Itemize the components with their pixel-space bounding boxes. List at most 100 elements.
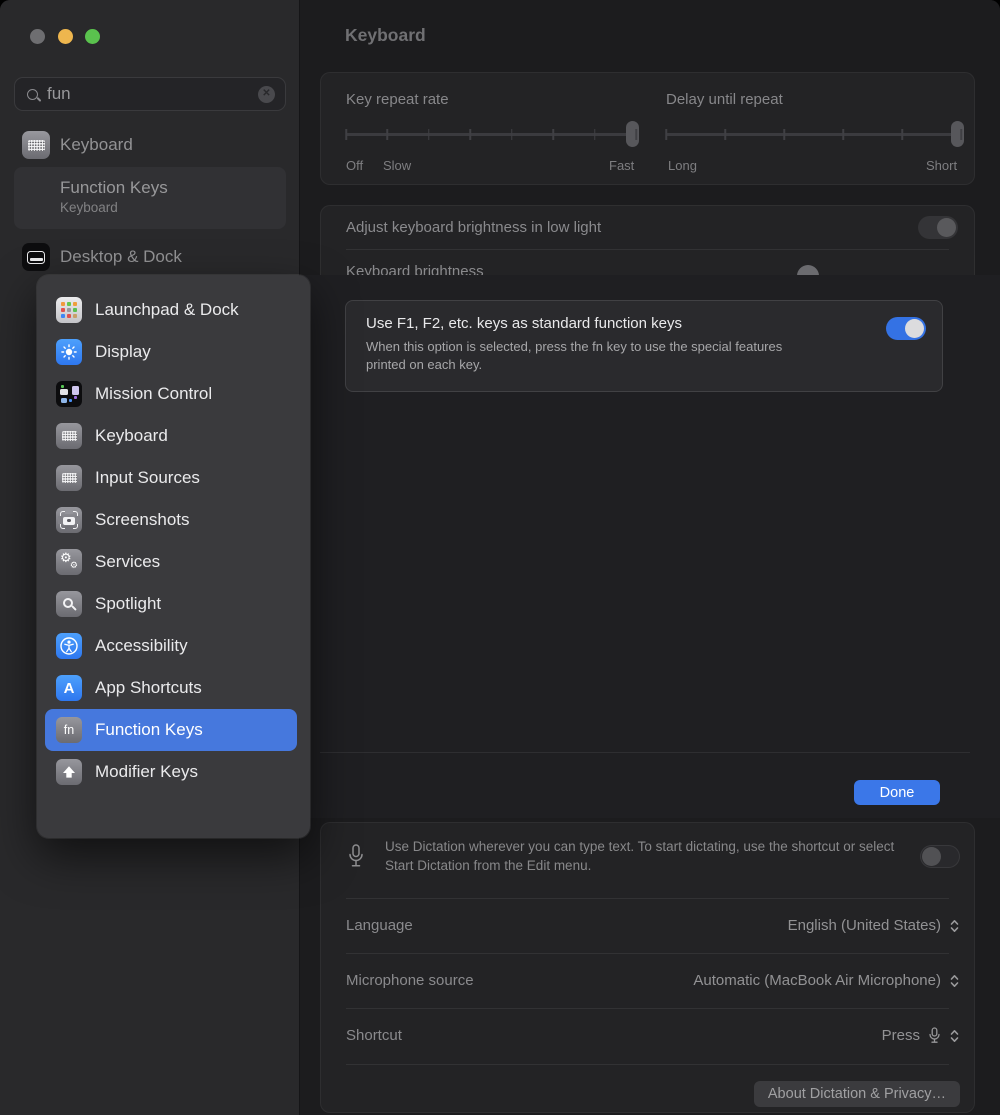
zoom-button[interactable] bbox=[85, 29, 100, 44]
sidebar-item-label: Desktop & Dock bbox=[60, 247, 182, 267]
slider-handle[interactable] bbox=[951, 121, 964, 147]
display-icon bbox=[56, 339, 82, 365]
delay-until-repeat-slider[interactable] bbox=[666, 133, 961, 136]
close-icon: ✕ bbox=[262, 89, 270, 99]
popover-item-accessibility[interactable]: Accessibility bbox=[37, 625, 310, 667]
services-icon: ⚙ ⚙ bbox=[56, 549, 82, 575]
desktop-dock-icon bbox=[22, 243, 50, 271]
shortcut-row: Shortcut Press bbox=[346, 1008, 960, 1063]
slider-tick bbox=[345, 129, 347, 140]
slider-tick bbox=[901, 129, 903, 140]
fn-option-description: When this option is selected, press the … bbox=[366, 338, 806, 374]
popover-item-services[interactable]: ⚙ ⚙ Services bbox=[37, 541, 310, 583]
search-icon bbox=[27, 89, 38, 100]
keyboard-brightness-label: Keyboard brightness bbox=[346, 263, 484, 275]
slider-tick bbox=[470, 129, 472, 140]
slider-tick bbox=[665, 129, 667, 140]
dictation-toggle[interactable] bbox=[920, 845, 960, 868]
input-sources-icon bbox=[56, 465, 82, 491]
microphone-icon bbox=[928, 1027, 941, 1045]
toggle-knob bbox=[922, 847, 941, 866]
page-title: Keyboard bbox=[345, 25, 426, 46]
mission-control-icon bbox=[56, 381, 82, 407]
slider-tick bbox=[387, 129, 389, 140]
slider-tick bbox=[960, 129, 962, 140]
popover-item-input-sources[interactable]: Input Sources bbox=[37, 457, 310, 499]
adjust-brightness-label: Adjust keyboard brightness in low light bbox=[346, 219, 601, 236]
adjust-brightness-toggle[interactable] bbox=[918, 216, 958, 239]
done-button[interactable]: Done bbox=[854, 780, 940, 805]
dictation-intro-row: Use Dictation wherever you can type text… bbox=[347, 837, 960, 875]
brightness-slider-knob[interactable] bbox=[797, 265, 819, 275]
popover-item-modifier-keys[interactable]: Modifier Keys bbox=[37, 751, 310, 793]
divider bbox=[320, 752, 970, 753]
fn-option-title: Use F1, F2, etc. keys as standard functi… bbox=[366, 314, 806, 334]
delay-short-label: Short bbox=[926, 158, 957, 173]
search-result-function-keys[interactable]: Function Keys Keyboard bbox=[14, 167, 286, 229]
launchpad-dock-icon bbox=[56, 297, 82, 323]
slider-tick bbox=[594, 129, 596, 140]
microphone-icon bbox=[347, 843, 365, 870]
slider-handle[interactable] bbox=[626, 121, 639, 147]
dictation-card: Use Dictation wherever you can type text… bbox=[320, 822, 975, 1113]
microphone-source-select[interactable]: Automatic (MacBook Air Microphone) bbox=[693, 972, 960, 989]
modifier-keys-icon bbox=[56, 759, 82, 785]
popover-item-display[interactable]: Display bbox=[37, 331, 310, 373]
key-repeat-rate-label: Key repeat rate bbox=[346, 91, 449, 108]
settings-panes-popover: Launchpad & Dock Display M bbox=[37, 275, 310, 838]
result-subtitle: Keyboard bbox=[60, 199, 286, 217]
popover-item-mission-control[interactable]: Mission Control bbox=[37, 373, 310, 415]
search-field[interactable]: fun ✕ bbox=[14, 77, 286, 111]
popover-item-launchpad-dock[interactable]: Launchpad & Dock bbox=[37, 289, 310, 331]
shortcut-select[interactable]: Press bbox=[882, 1027, 960, 1045]
delay-until-repeat-label: Delay until repeat bbox=[666, 91, 783, 108]
language-row: Language English (United States) bbox=[346, 898, 960, 953]
toggle-knob bbox=[937, 218, 956, 237]
slider-tick bbox=[511, 129, 513, 140]
key-repeat-rate-slider[interactable] bbox=[346, 133, 636, 136]
slider-tick bbox=[428, 129, 430, 140]
key-repeat-slow-label: Slow bbox=[383, 158, 411, 173]
language-label: Language bbox=[346, 917, 413, 934]
dictation-description: Use Dictation wherever you can type text… bbox=[385, 837, 910, 875]
close-button[interactable] bbox=[30, 29, 45, 44]
sidebar-item-desktop-dock[interactable]: Desktop & Dock bbox=[22, 243, 182, 271]
use-fn-keys-toggle[interactable] bbox=[886, 317, 926, 340]
key-repeat-off-label: Off bbox=[346, 158, 363, 173]
popover-item-function-keys[interactable]: fn Function Keys bbox=[45, 709, 297, 751]
function-keys-option-card: Use F1, F2, etc. keys as standard functi… bbox=[345, 300, 943, 392]
stepper-icon bbox=[949, 1028, 960, 1044]
popover-item-keyboard[interactable]: Keyboard bbox=[37, 415, 310, 457]
divider bbox=[346, 1064, 949, 1065]
popover-item-app-shortcuts[interactable]: A App Shortcuts bbox=[37, 667, 310, 709]
keyboard-icon bbox=[22, 131, 50, 159]
result-title: Function Keys bbox=[60, 177, 286, 198]
microphone-source-row: Microphone source Automatic (MacBook Air… bbox=[346, 953, 960, 1008]
search-input[interactable]: fun bbox=[47, 84, 258, 104]
microphone-source-label: Microphone source bbox=[346, 972, 474, 989]
popover-item-spotlight[interactable]: Spotlight bbox=[37, 583, 310, 625]
stepper-icon bbox=[949, 973, 960, 989]
delay-long-label: Long bbox=[668, 158, 697, 173]
divider bbox=[346, 249, 949, 250]
language-select[interactable]: English (United States) bbox=[788, 917, 960, 934]
accessibility-icon bbox=[56, 633, 82, 659]
shortcut-label: Shortcut bbox=[346, 1027, 402, 1044]
system-settings-window: fun ✕ Keyboard Function Keys Keyboard De… bbox=[0, 0, 1000, 1115]
minimize-button[interactable] bbox=[58, 29, 73, 44]
toggle-knob bbox=[905, 319, 924, 338]
window-controls bbox=[30, 29, 100, 44]
about-dictation-privacy-button[interactable]: About Dictation & Privacy… bbox=[754, 1081, 960, 1107]
slider-tick bbox=[552, 129, 554, 140]
sidebar-item-label: Keyboard bbox=[60, 135, 133, 155]
keyboard-icon bbox=[56, 423, 82, 449]
popover-item-screenshots[interactable]: Screenshots bbox=[37, 499, 310, 541]
sidebar-item-keyboard[interactable]: Keyboard bbox=[22, 131, 133, 159]
function-keys-sheet: Use F1, F2, etc. keys as standard functi… bbox=[300, 275, 1000, 818]
function-keys-option-text: Use F1, F2, etc. keys as standard functi… bbox=[366, 314, 806, 391]
clear-search-button[interactable]: ✕ bbox=[258, 86, 275, 103]
adjust-brightness-row: Adjust keyboard brightness in low light bbox=[346, 206, 958, 249]
keyboard-brightness-card: Adjust keyboard brightness in low light … bbox=[320, 205, 975, 275]
slider-tick bbox=[724, 129, 726, 140]
key-repeat-card: Key repeat rate Off Slow Fast Delay unti… bbox=[320, 72, 975, 185]
